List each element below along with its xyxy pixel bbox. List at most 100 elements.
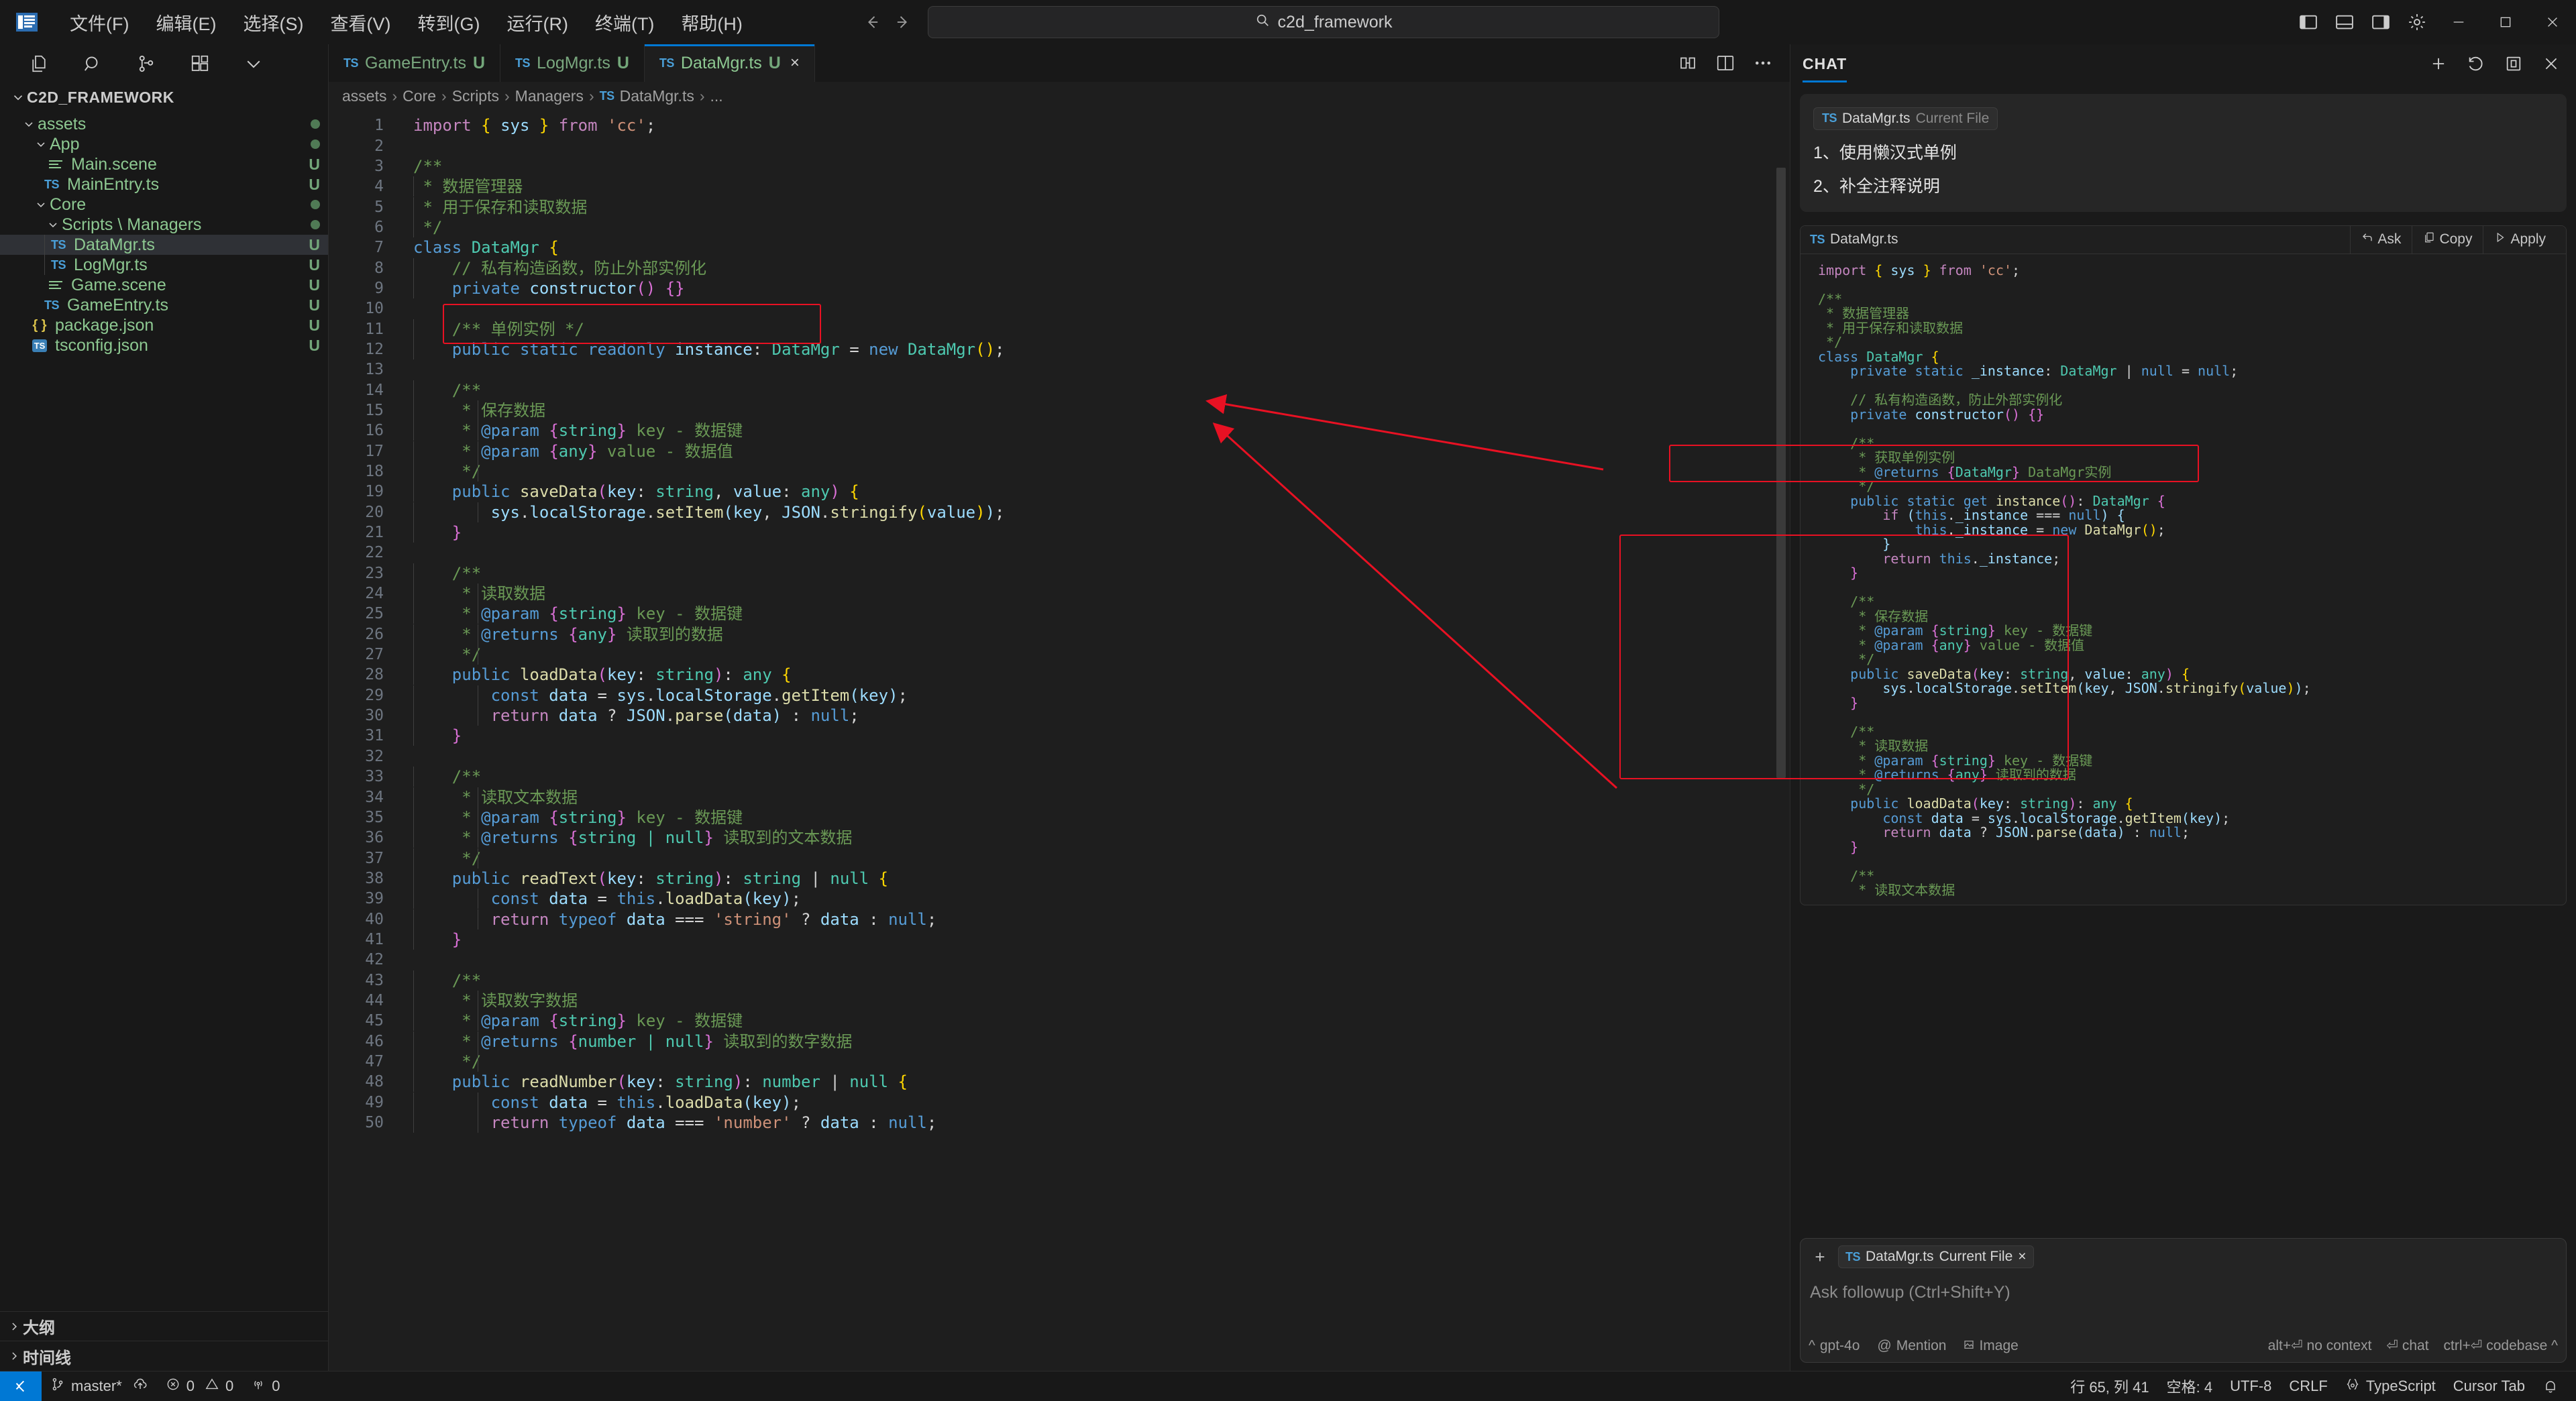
history-icon[interactable]: [2463, 51, 2489, 76]
json-file-icon: { }: [32, 317, 47, 333]
tab-close-icon[interactable]: ×: [790, 54, 800, 72]
tree-item-app[interactable]: App: [0, 134, 328, 154]
tree-item-mainentry-ts[interactable]: TS MainEntry.ts U: [0, 174, 328, 194]
settings-gear-icon[interactable]: [2399, 5, 2435, 39]
command-search-bar[interactable]: c2d_framework: [928, 6, 1719, 38]
context-chip-scope: Current File: [1915, 110, 1990, 126]
mention-button[interactable]: @ Mention: [1877, 1338, 1946, 1354]
menu-edit[interactable]: 编辑(E): [142, 7, 229, 38]
status-cursor-position[interactable]: 行 65, 列 41: [2061, 1371, 2157, 1401]
chat-input-box[interactable]: + TS DataMgr.ts Current File × Ask follo…: [1800, 1238, 2567, 1363]
codeblock-ask-button[interactable]: Ask: [2350, 225, 2412, 254]
breadcrumb-item-datamgr[interactable]: DataMgr.ts: [620, 87, 694, 105]
tree-item-main-scene[interactable]: Main.scene U: [0, 154, 328, 174]
more-actions-icon[interactable]: [1744, 44, 1782, 82]
hint-no-context: alt+⏎ no context: [2267, 1338, 2372, 1353]
back-icon[interactable]: [857, 7, 888, 38]
breadcrumb-item-symbol[interactable]: ...: [710, 87, 723, 105]
input-context-chip[interactable]: TS DataMgr.ts Current File ×: [1838, 1245, 2034, 1268]
extensions-icon[interactable]: [190, 54, 210, 74]
image-button[interactable]: Image: [1964, 1338, 2019, 1354]
window-close-button[interactable]: [2529, 0, 2576, 44]
editor-scrollbar[interactable]: [1772, 110, 1790, 1371]
menu-selection[interactable]: 选择(S): [229, 7, 317, 38]
tab-datamgr-ts[interactable]: TS DataMgr.ts U ×: [644, 44, 815, 82]
window-maximize-button[interactable]: [2482, 0, 2529, 44]
tab-logmgr-ts[interactable]: TS LogMgr.ts U: [500, 44, 645, 82]
status-ports[interactable]: 0: [242, 1371, 288, 1401]
breadcrumb-separator: ›: [588, 87, 594, 105]
breadcrumb-item-assets[interactable]: assets: [342, 87, 386, 105]
menu-go[interactable]: 转到(G): [404, 7, 493, 38]
menu-run[interactable]: 运行(R): [493, 7, 581, 38]
menu-file[interactable]: 文件(F): [56, 7, 142, 38]
tree-item-assets[interactable]: assets: [0, 114, 328, 134]
status-language-mode[interactable]: TypeScript: [2337, 1371, 2445, 1401]
tree-item-game-scene[interactable]: Game.scene U: [0, 275, 328, 295]
toggle-secondary-sidebar-icon[interactable]: [2363, 5, 2399, 39]
toggle-primary-sidebar-icon[interactable]: [2290, 5, 2326, 39]
context-chip[interactable]: TS DataMgr.ts Current File: [1813, 107, 1998, 130]
tree-item-logmgr-ts[interactable]: TS LogMgr.ts U: [0, 255, 328, 275]
model-label: gpt-4o: [1819, 1337, 1860, 1353]
git-status-badge: U: [309, 296, 320, 314]
chat-input-context-row: + TS DataMgr.ts Current File ×: [1809, 1245, 2558, 1268]
remote-window-icon[interactable]: [0, 1371, 42, 1401]
codeblock-copy-button[interactable]: Copy: [2412, 225, 2483, 254]
toggle-panel-icon[interactable]: [2326, 5, 2363, 39]
tree-item-core[interactable]: Core: [0, 194, 328, 215]
plus-icon[interactable]: +: [1809, 1245, 1831, 1268]
close-icon[interactable]: [2538, 51, 2564, 76]
model-selector[interactable]: ^ gpt-4o: [1809, 1338, 1860, 1354]
breadcrumb-item-core[interactable]: Core: [402, 87, 436, 105]
status-cursor-tab[interactable]: Cursor Tab: [2445, 1371, 2534, 1401]
source-control-icon[interactable]: [136, 54, 156, 74]
timeline-panel-header[interactable]: 时间线: [0, 1341, 328, 1371]
breadcrumb: assets › Core › Scripts › Managers › TS …: [329, 82, 1790, 110]
tree-item-datamgr-ts[interactable]: TS DataMgr.ts U: [0, 235, 328, 255]
menu-view[interactable]: 查看(V): [317, 7, 404, 38]
tab-gameentry-ts[interactable]: TS GameEntry.ts U: [329, 44, 501, 82]
tree-item-scripts-managers[interactable]: Scripts \ Managers: [0, 215, 328, 235]
open-changes-icon[interactable]: [1707, 44, 1744, 82]
chat-input-placeholder[interactable]: Ask followup (Ctrl+Shift+Y): [1810, 1283, 2557, 1302]
open-editor-icon[interactable]: [2501, 51, 2526, 76]
status-branch[interactable]: master*: [42, 1371, 157, 1401]
cloud-upload-icon[interactable]: [132, 1376, 148, 1396]
code-editor[interactable]: 1 import { sys } from 'cc'; 2 3/** 4 * 数据…: [329, 110, 1790, 1371]
editor-group: TS GameEntry.ts U TS LogMgr.ts U TS Data…: [329, 44, 1790, 1371]
codeblock-apply-button[interactable]: Apply: [2483, 225, 2557, 254]
tree-item-label: Main.scene: [71, 154, 157, 174]
tree-item-gameentry-ts[interactable]: TS GameEntry.ts U: [0, 295, 328, 315]
ts-file-icon: TS: [343, 56, 359, 70]
status-warning-count: 0: [225, 1378, 234, 1394]
status-eol[interactable]: CRLF: [2280, 1371, 2336, 1401]
explorer-root-header[interactable]: C2D_FRAMEWORK: [0, 83, 328, 111]
forward-icon[interactable]: [888, 7, 918, 38]
status-encoding[interactable]: UTF-8: [2221, 1371, 2280, 1401]
status-indentation[interactable]: 空格: 4: [2158, 1371, 2221, 1401]
window-minimize-button[interactable]: [2435, 0, 2482, 44]
explorer-sidebar: C2D_FRAMEWORK assets App Main.scene U TS…: [0, 44, 329, 1371]
hint-codebase[interactable]: ctrl+⏎ codebase ^: [2444, 1337, 2558, 1354]
outline-panel-header[interactable]: 大纲: [0, 1312, 328, 1341]
menu-terminal[interactable]: 终端(T): [582, 7, 667, 38]
menu-help[interactable]: 帮助(H): [667, 7, 755, 38]
scrollbar-thumb[interactable]: [1776, 168, 1786, 778]
git-status-dot: [311, 139, 320, 149]
status-problems[interactable]: 0 0: [157, 1371, 243, 1401]
tree-item-package-json[interactable]: { } package.json U: [0, 315, 328, 335]
split-editor-icon[interactable]: [1669, 44, 1707, 82]
search-icon[interactable]: [83, 54, 103, 74]
chat-input-footer: ^ gpt-4o @ Mention Image alt+⏎ no contex…: [1809, 1337, 2558, 1354]
new-chat-icon[interactable]: [2426, 51, 2451, 76]
new-file-icon[interactable]: [29, 54, 49, 74]
breadcrumb-item-scripts[interactable]: Scripts: [452, 87, 499, 105]
notifications-bell-icon[interactable]: [2534, 1371, 2576, 1401]
breadcrumb-item-managers[interactable]: Managers: [515, 87, 584, 105]
input-context-remove-icon[interactable]: ×: [2018, 1249, 2026, 1265]
more-actions-icon[interactable]: [244, 54, 264, 74]
breadcrumb-separator: ›: [441, 87, 447, 105]
menu-bar: 文件(F) 编辑(E) 选择(S) 查看(V) 转到(G) 运行(R) 终端(T…: [56, 7, 756, 38]
tree-item-tsconfig-json[interactable]: TS tsconfig.json U: [0, 335, 328, 355]
